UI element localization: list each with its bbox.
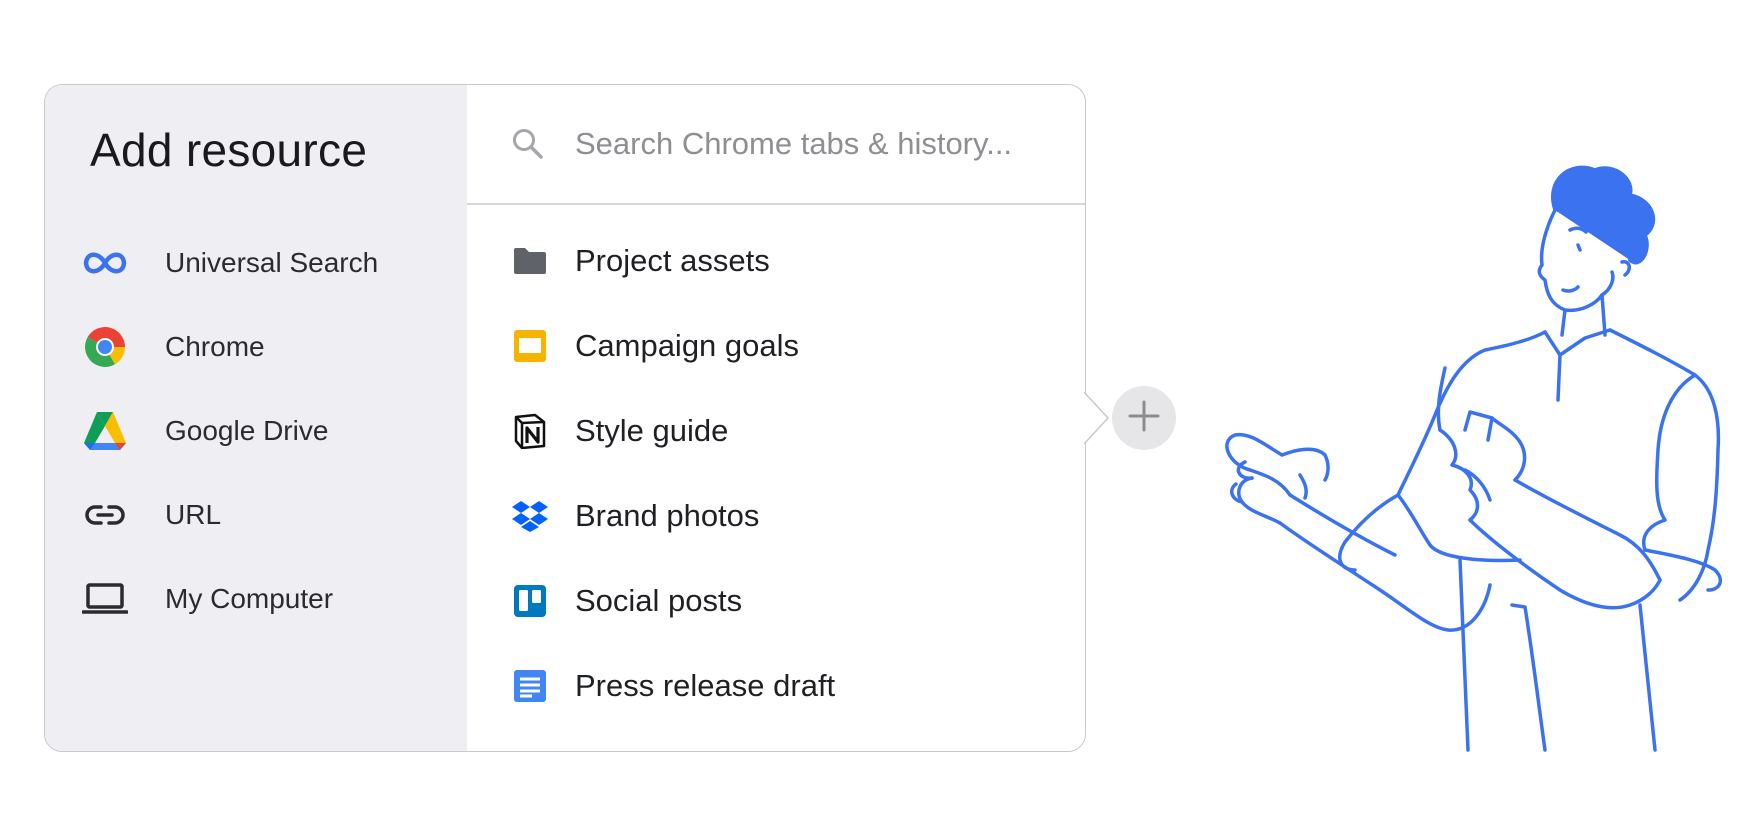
search-icon	[511, 127, 545, 166]
google-docs-icon	[511, 667, 549, 705]
google-drive-icon	[81, 407, 129, 455]
sidebar-item-my-computer[interactable]: My Computer	[81, 569, 441, 629]
resource-item-press-release-draft[interactable]: Press release draft	[511, 655, 1051, 717]
resource-list-area: Project assets Campaign goals	[467, 85, 1085, 751]
trello-icon	[511, 582, 549, 620]
resource-item-social-posts[interactable]: Social posts	[511, 570, 1051, 632]
sidebar-item-google-drive[interactable]: Google Drive	[81, 401, 441, 461]
infinity-icon	[81, 239, 129, 287]
sidebar-item-url[interactable]: URL	[81, 485, 441, 545]
chrome-icon	[81, 323, 129, 371]
resource-label: Project assets	[575, 243, 770, 278]
resource-item-style-guide[interactable]: Style guide	[511, 400, 1051, 462]
resource-label: Campaign goals	[575, 328, 800, 363]
sidebar-item-label: URL	[165, 499, 222, 530]
panel-title: Add resource	[90, 124, 368, 176]
resource-item-brand-photos[interactable]: Brand photos	[511, 485, 1051, 547]
panel-pointer-notch	[1084, 392, 1110, 444]
add-resource-panel: Add resource Universal Search Chrome Goo…	[44, 84, 1086, 752]
resource-label: Press release draft	[575, 668, 836, 703]
sidebar-item-universal-search[interactable]: Universal Search	[81, 233, 441, 293]
search-input[interactable]	[573, 115, 1077, 173]
notion-icon	[511, 412, 549, 450]
folder-icon	[511, 242, 549, 280]
resource-item-campaign-goals[interactable]: Campaign goals	[511, 315, 1051, 377]
dropbox-icon	[511, 497, 549, 535]
sidebar-item-label: Universal Search	[165, 247, 379, 278]
sidebar-item-chrome[interactable]: Chrome	[81, 317, 441, 377]
resource-label: Social posts	[575, 583, 743, 618]
sidebar-item-label: Google Drive	[165, 415, 329, 446]
laptop-icon	[81, 575, 129, 623]
link-icon	[81, 491, 129, 539]
search-bar	[467, 85, 1085, 205]
resource-label: Brand photos	[575, 498, 760, 533]
resource-source-sidebar: Add resource Universal Search Chrome Goo…	[45, 85, 467, 751]
person-pointing-illustration	[1225, 165, 1723, 752]
sidebar-item-label: My Computer	[165, 583, 334, 614]
sidebar-item-label: Chrome	[165, 331, 265, 362]
resource-label: Style guide	[575, 413, 729, 448]
google-slides-icon	[511, 327, 549, 365]
resource-item-project-assets[interactable]: Project assets	[511, 230, 1051, 292]
